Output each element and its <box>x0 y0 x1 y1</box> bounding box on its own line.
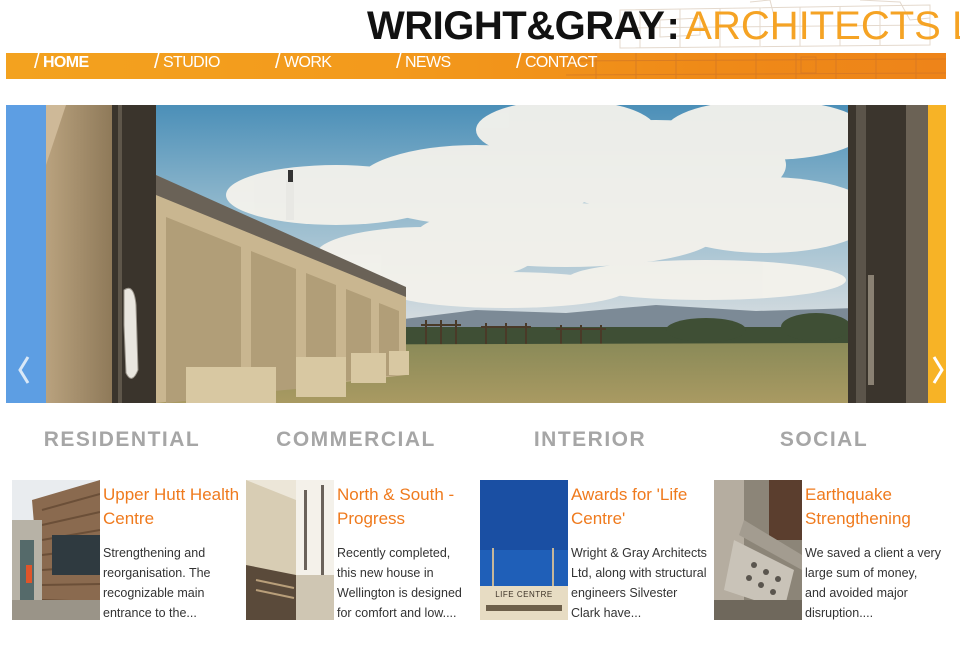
card-title[interactable]: Earthquake Strengthening <box>805 483 945 531</box>
card-thumbnail[interactable]: LIFE CENTRE <box>480 480 568 620</box>
card-thumbnail[interactable] <box>246 480 334 620</box>
nav-news[interactable]: / NEWS <box>396 53 451 79</box>
nav-divider: / <box>34 53 40 73</box>
logo-separator: : <box>666 4 680 48</box>
card-thumbnail[interactable] <box>12 480 100 620</box>
steel-bracket-photo-thumbnail <box>714 480 802 620</box>
nav-divider: / <box>516 53 522 73</box>
news-card-earthquake: Earthquake Strengthening We saved a clie… <box>714 480 944 640</box>
hero-slider <box>6 105 946 403</box>
nav-studio-label: STUDIO <box>162 54 220 71</box>
card-title[interactable]: North & South - Progress <box>337 483 477 531</box>
news-card-life-centre: LIFE CENTRE Awards for 'Life Centre' Wri… <box>480 480 710 640</box>
category-commercial[interactable]: COMMERCIAL <box>246 428 466 454</box>
news-card-upper-hutt: Upper Hutt Health Centre Strengthening a… <box>12 480 242 640</box>
nav-home[interactable]: / HOME <box>34 53 89 79</box>
nav-home-label: HOME <box>42 54 89 71</box>
category-social[interactable]: SOCIAL <box>714 428 934 454</box>
chevron-right-icon <box>932 356 944 384</box>
nav-contact-label: CONTACT <box>524 54 598 71</box>
nav-contact[interactable]: / CONTACT <box>516 53 598 79</box>
life-centre-sign-text: LIFE CENTRE <box>495 590 553 599</box>
nav-work[interactable]: / WORK <box>275 53 332 79</box>
site-logo[interactable]: WRIGHT&GRAY : ARCHITECTS L TD <box>367 3 960 49</box>
logo-wordmark-secondary: ARCHITECTS L <box>685 4 960 48</box>
building-photo-thumbnail <box>12 480 100 620</box>
nav-studio[interactable]: / STUDIO <box>154 53 220 79</box>
interior-photo-thumbnail <box>246 480 334 620</box>
logo-wordmark-primary: WRIGHT&GRAY <box>367 4 665 48</box>
card-excerpt: Recently completed, this new house in We… <box>337 546 462 620</box>
category-interior[interactable]: INTERIOR <box>480 428 700 454</box>
card-title[interactable]: Awards for 'Life Centre' <box>571 483 711 531</box>
category-residential[interactable]: RESIDENTIAL <box>12 428 232 454</box>
chevron-left-icon <box>18 356 30 384</box>
news-card-north-south: North & South - Progress Recently comple… <box>246 480 476 640</box>
nav-divider: / <box>275 53 281 73</box>
card-title[interactable]: Upper Hutt Health Centre <box>103 483 243 531</box>
slider-next-button[interactable] <box>928 105 946 403</box>
nav-work-label: WORK <box>283 54 332 71</box>
card-excerpt: Wright & Gray Architects Ltd, along with… <box>571 546 707 620</box>
slider-prev-button[interactable] <box>6 105 46 403</box>
card-excerpt: We saved a client a very large sum of mo… <box>805 546 941 620</box>
hero-image <box>46 105 928 403</box>
main-navigation: / HOME / STUDIO / WORK / NEWS / CONTACT <box>6 53 946 79</box>
card-thumbnail[interactable] <box>714 480 802 620</box>
nav-news-label: NEWS <box>404 54 451 71</box>
nav-sketch-overlay <box>566 53 946 79</box>
card-excerpt: Strengthening and reorganisation. The re… <box>103 546 211 620</box>
nav-divider: / <box>154 53 160 73</box>
site-header: WRIGHT&GRAY : ARCHITECTS L TD <box>0 0 960 52</box>
life-centre-photo-thumbnail <box>480 480 568 620</box>
nav-divider: / <box>396 53 402 73</box>
